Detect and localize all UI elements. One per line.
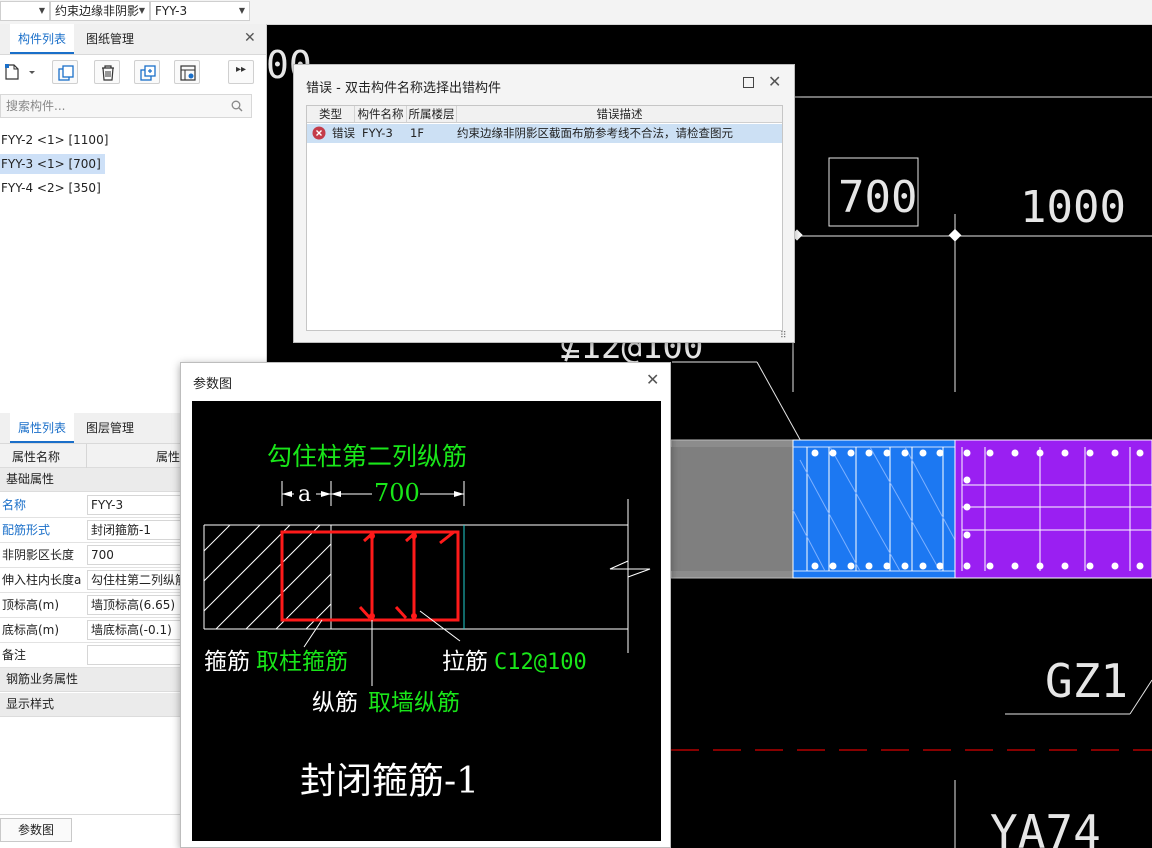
- property-label: 伸入柱内长度a: [2, 573, 82, 587]
- property-row-remark: 备注: [0, 643, 182, 668]
- header-property-value: 属性: [156, 450, 181, 464]
- trash-icon: [102, 65, 114, 81]
- table-settings-icon: [180, 65, 196, 81]
- copy-to-floor-button[interactable]: [134, 60, 160, 84]
- property-label: 备注: [2, 648, 27, 662]
- search-placeholder: 搜索构件...: [6, 99, 66, 113]
- property-value-input[interactable]: [87, 645, 182, 665]
- property-value-input[interactable]: 墙底标高(-0.1): [87, 620, 182, 640]
- component-type-value: 约束边缘非阴影: [55, 4, 140, 18]
- label-stirrup: 箍筋: [204, 649, 250, 675]
- dialog-title: 参数图: [193, 377, 233, 392]
- component-list-item-selected[interactable]: FYY-3 <1> [700]: [0, 154, 105, 174]
- property-row-rebar-form: 配筋形式 封闭箍筋-1: [0, 518, 182, 543]
- dropdown-arrow-icon: ▼: [138, 6, 145, 15]
- property-label: 顶标高(m): [2, 598, 60, 612]
- more-tools-button[interactable]: ▸▸: [228, 60, 254, 84]
- table-row[interactable]: 错误 FYY-3 1F 约束边缘非阴影区截面布筋参考线不合法，请检查图元: [307, 124, 782, 143]
- tab-property-list[interactable]: 属性列表: [10, 413, 75, 443]
- section-rebar-properties[interactable]: 钢筋业务属性: [0, 668, 182, 692]
- layers-copy-icon: [140, 65, 156, 81]
- error-icon: [312, 126, 326, 146]
- dropdown-arrow-icon: ▼: [38, 6, 45, 15]
- component-search-input[interactable]: 搜索构件...: [0, 94, 252, 118]
- label-longitudinal-value: 取墙纵筋: [368, 690, 460, 716]
- cad-dim-700: 700: [838, 172, 917, 223]
- property-label: 配筋形式: [2, 523, 51, 537]
- top-toolbar: ▼ 约束边缘非阴影 ▼ FYY-3 ▼: [0, 0, 1152, 25]
- error-table: 类型 构件名称 所属楼层 错误描述 错误 FYY-3 1F 约束边缘非阴影区截面…: [306, 105, 783, 331]
- property-row-name: 名称 FYY-3: [0, 493, 182, 518]
- tab-drawing-management[interactable]: 图纸管理: [78, 24, 142, 54]
- property-row-length: 非阴影区长度 700: [0, 543, 182, 568]
- filter-dropdown-1[interactable]: ▼: [0, 1, 50, 21]
- param-diagram-canvas: 勾住柱第二列纵筋 a 700 箍筋 取柱箍筋 拉筋 C12@100 纵筋 取墙纵…: [192, 401, 661, 841]
- section-basic-properties[interactable]: 基础属性: [0, 468, 182, 492]
- maximize-icon[interactable]: [743, 77, 754, 88]
- cad-label-gz1: GZ1: [1045, 654, 1128, 708]
- property-row-anchor: 伸入柱内长度a 勾住柱第二列纵筋: [0, 568, 182, 593]
- cell-name: FYY-3: [362, 126, 393, 140]
- property-table-header: 属性名称 属性: [0, 444, 182, 468]
- component-type-dropdown[interactable]: 约束边缘非阴影 ▼: [50, 1, 150, 21]
- copy-icon: [58, 65, 74, 81]
- close-icon[interactable]: ✕: [646, 370, 659, 389]
- double-chevron-right-icon: ▸▸: [236, 64, 247, 75]
- property-value-input[interactable]: 700: [87, 545, 182, 565]
- label-tie: 拉筋: [442, 649, 488, 675]
- column-header-floor[interactable]: 所属楼层: [407, 106, 457, 123]
- property-value-input[interactable]: 封闭箍筋-1: [87, 520, 182, 540]
- search-icon: [231, 100, 243, 112]
- property-value-input[interactable]: 墙顶标高(6.65): [87, 595, 182, 615]
- column-header-name[interactable]: 构件名称: [355, 106, 407, 123]
- property-value-input[interactable]: 勾住柱第二列纵筋: [87, 570, 182, 590]
- dropdown-arrow-icon: ▼: [238, 6, 245, 15]
- label-longitudinal: 纵筋: [312, 690, 358, 716]
- label-length: 700: [374, 479, 420, 507]
- cad-purple-element[interactable]: [954, 439, 1152, 579]
- property-label: 非阴影区长度: [2, 548, 75, 562]
- copy-component-button[interactable]: [52, 60, 78, 84]
- cell-desc: 约束边缘非阴影区截面布筋参考线不合法，请检查图元: [457, 126, 733, 140]
- dialog-title: 错误 - 双击构件名称选择出错构件: [306, 81, 501, 96]
- component-tabbar: 构件列表 图纸管理 ✕: [0, 24, 266, 55]
- property-label: 底标高(m): [2, 623, 60, 637]
- property-label: 名称: [2, 498, 27, 512]
- header-divider: [86, 444, 87, 468]
- component-name-dropdown[interactable]: FYY-3 ▼: [150, 1, 250, 21]
- property-row-bottom-elevation: 底标高(m) 墙底标高(-0.1): [0, 618, 182, 643]
- column-header-desc[interactable]: 错误描述: [457, 106, 782, 123]
- cad-label-ya74: YA74: [990, 805, 1101, 848]
- section-display-style[interactable]: 显示样式: [0, 693, 182, 717]
- label-stirrup-value: 取柱箍筋: [256, 649, 348, 675]
- close-icon[interactable]: ✕: [768, 72, 781, 91]
- tab-component-list[interactable]: 构件列表: [10, 24, 75, 54]
- new-file-icon: [5, 64, 35, 80]
- component-list-item[interactable]: FYY-2 <1> [1100]: [0, 130, 112, 150]
- component-list-item[interactable]: FYY-4 <2> [350]: [0, 178, 105, 198]
- property-row-top-elevation: 顶标高(m) 墙顶标高(6.65): [0, 593, 182, 618]
- label-anchor: 勾住柱第二列纵筋: [267, 442, 467, 471]
- layer-settings-button[interactable]: [174, 60, 200, 84]
- delete-component-button[interactable]: [94, 60, 120, 84]
- tab-layer-management[interactable]: 图层管理: [78, 413, 142, 443]
- column-header-type[interactable]: 类型: [307, 106, 355, 123]
- cell-type: 错误: [332, 126, 355, 140]
- property-value-input[interactable]: FYY-3: [87, 495, 182, 515]
- param-diagram-dialog: 参数图 ✕ 勾住柱第二列纵筋 a 700 箍筋 取柱箍筋 拉筋 C12@100 …: [180, 362, 671, 848]
- label-a: a: [298, 482, 311, 507]
- header-property-name: 属性名称: [12, 450, 61, 464]
- cell-floor: 1F: [410, 126, 424, 140]
- param-diagram-button[interactable]: 参数图: [0, 818, 72, 842]
- resize-grip-icon[interactable]: ⠿: [780, 331, 787, 341]
- close-icon[interactable]: ✕: [244, 30, 256, 46]
- diagram-caption: 封闭箍筋-1: [300, 761, 479, 802]
- cad-dim-1000: 1000: [1020, 182, 1126, 233]
- new-component-button[interactable]: [0, 60, 40, 84]
- label-tie-value: C12@100: [494, 650, 587, 675]
- error-dialog: 错误 - 双击构件名称选择出错构件 ✕ 类型 构件名称 所属楼层 错误描述 错误…: [293, 64, 795, 343]
- component-name-value: FYY-3: [155, 4, 188, 18]
